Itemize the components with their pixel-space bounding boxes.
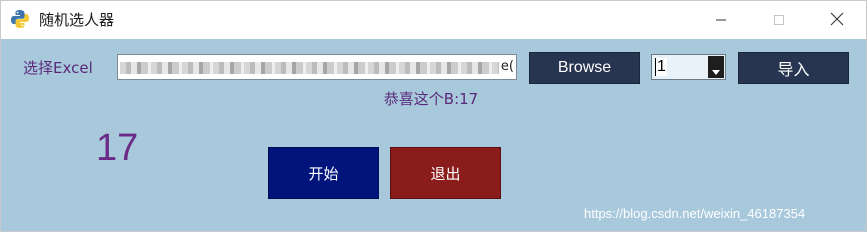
title-bar: 随机选人器: [1, 1, 866, 39]
python-icon: [10, 9, 30, 29]
selected-number: 17: [96, 127, 139, 169]
import-button[interactable]: 导入: [738, 52, 849, 84]
window-title: 随机选人器: [39, 11, 115, 29]
dropdown-button[interactable]: [708, 56, 724, 78]
select-excel-label: 选择Excel: [23, 59, 93, 77]
maximize-icon: [773, 11, 785, 30]
browse-button[interactable]: Browse: [529, 52, 640, 84]
close-button[interactable]: [814, 1, 860, 39]
minimize-icon: [715, 11, 727, 30]
app-window: 随机选人器 选择Excel e( Browse 1 导入 恭喜这个B:17 17…: [0, 0, 867, 232]
count-value: 1: [655, 58, 667, 76]
maximize-button[interactable]: [756, 1, 802, 39]
minimize-button[interactable]: [698, 1, 744, 39]
blurred-path-text: [120, 62, 504, 74]
file-path-tail: e(: [498, 58, 514, 76]
main-panel: 选择Excel e( Browse 1 导入 恭喜这个B:17 17 开始 退出…: [1, 39, 866, 231]
file-path-input[interactable]: e(: [117, 54, 517, 80]
close-icon: [830, 11, 844, 30]
watermark-url: https://blog.csdn.net/weixin_46187354: [584, 206, 806, 221]
chevron-down-icon: [712, 70, 720, 75]
start-button[interactable]: 开始: [268, 147, 379, 199]
result-message: 恭喜这个B:17: [383, 90, 479, 108]
exit-button[interactable]: 退出: [390, 147, 501, 199]
count-combobox[interactable]: 1: [651, 54, 726, 80]
